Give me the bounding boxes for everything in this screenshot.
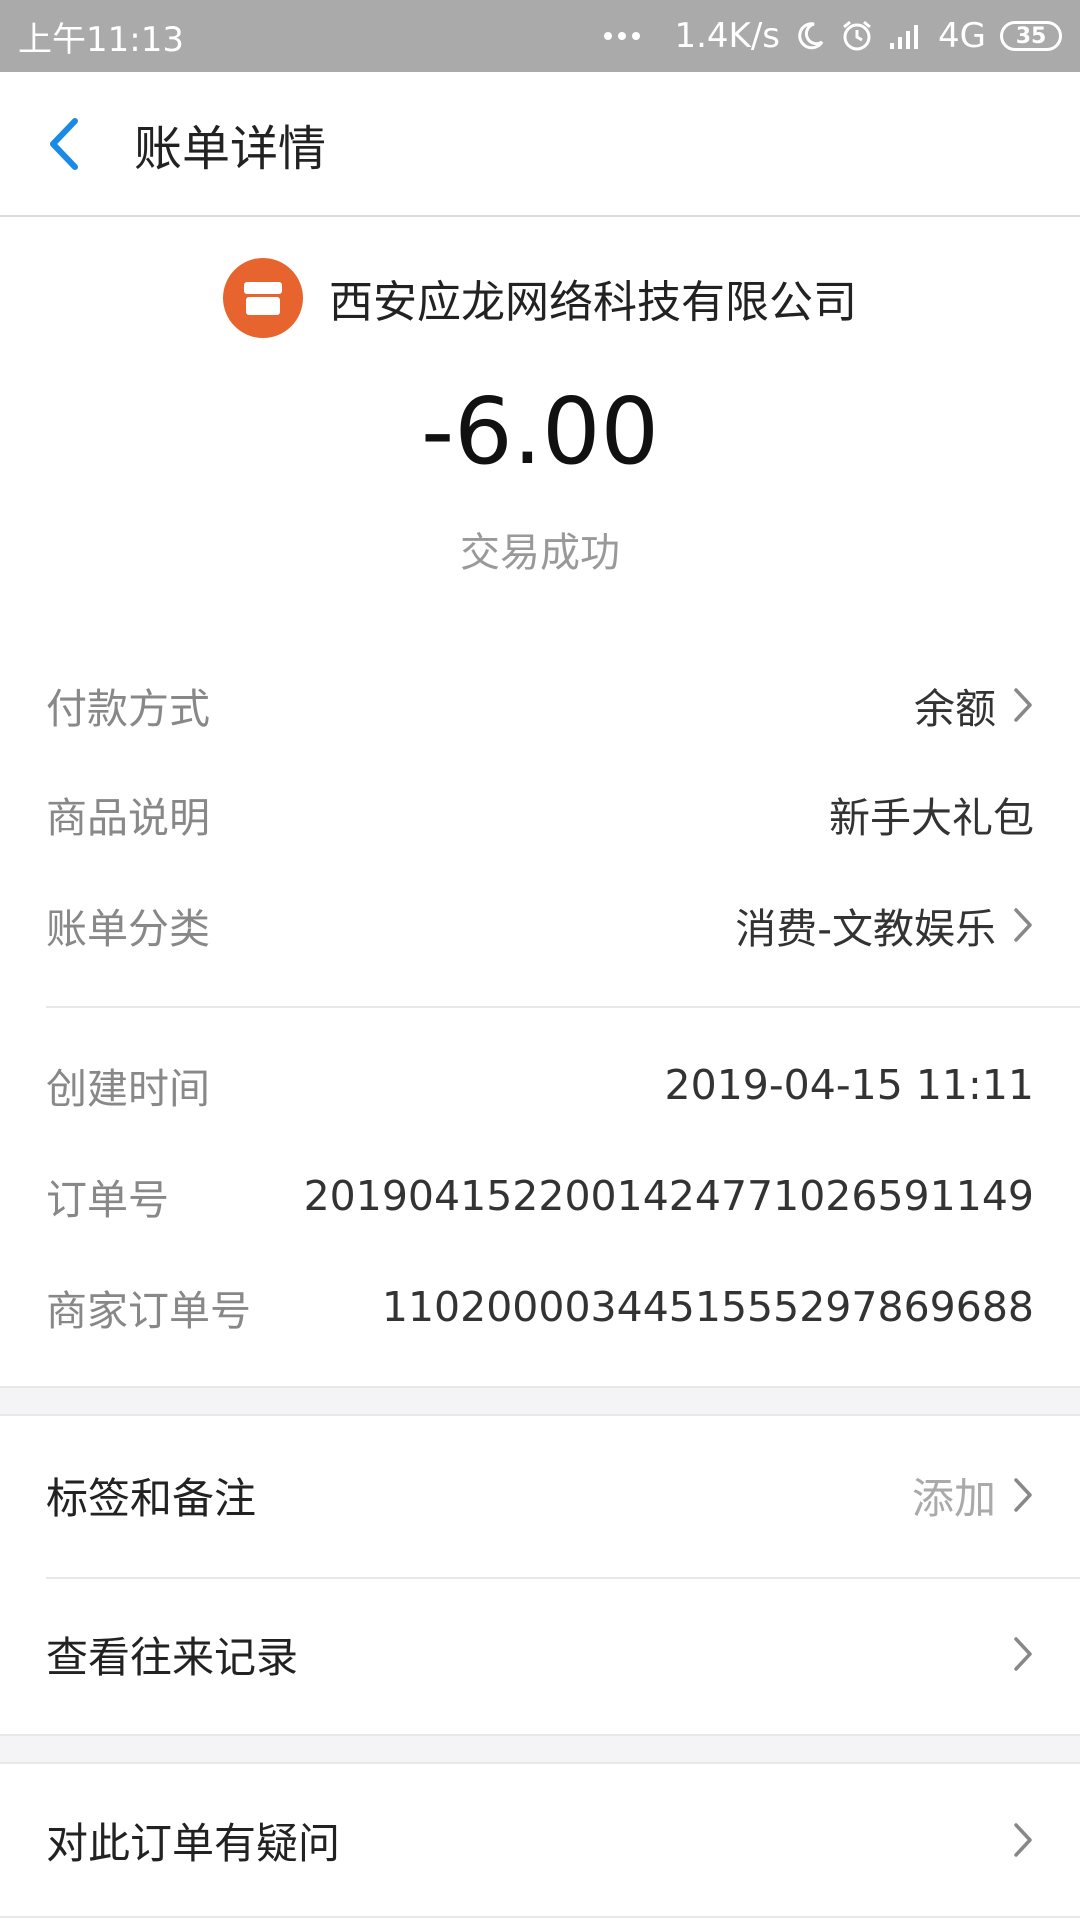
more-dots-icon (604, 32, 641, 40)
order-question-row[interactable]: 对此订单有疑问 (46, 1800, 1034, 1880)
status-bar: 上午11:13 1.4K/s 4G 35 (0, 0, 1080, 72)
network-type: 4G (938, 16, 986, 56)
payment-method-row[interactable]: 付款方式 余额 (46, 675, 1034, 735)
chevron-right-icon (1012, 1635, 1034, 1673)
network-speed: 1.4K/s (674, 16, 781, 56)
battery-level: 35 (1015, 23, 1047, 49)
page-title: 账单详情 (134, 120, 327, 177)
moon-icon (798, 22, 824, 50)
header: 账单详情 (0, 72, 1080, 217)
bill-category-label: 账单分类 (46, 905, 210, 953)
created-time-value: 2019-04-15 11:11 (664, 1061, 1034, 1109)
shop-icon (223, 258, 303, 338)
divider (46, 1577, 1080, 1579)
status-icons: 1.4K/s 4G 35 (604, 16, 1062, 56)
tags-notes-label: 标签和备注 (46, 1473, 257, 1523)
product-description-row: 商品说明 新手大礼包 (46, 784, 1034, 844)
created-time-row: 创建时间 2019-04-15 11:11 (46, 1055, 1034, 1115)
add-hint: 添加 (911, 1473, 996, 1523)
section-gap (0, 1734, 1080, 1764)
merchant-order-number-row: 商家订单号 1102000034451555297869688 (46, 1277, 1034, 1337)
chevron-right-icon (1012, 1821, 1034, 1859)
merchant-order-number-label: 商家订单号 (46, 1287, 251, 1335)
divider (46, 1006, 1080, 1008)
battery-icon: 35 (1000, 21, 1062, 51)
product-description-value: 新手大礼包 (829, 794, 1034, 842)
transaction-status: 交易成功 (460, 530, 620, 576)
bill-category-value: 消费-文教娱乐 (735, 905, 996, 953)
divider (0, 1916, 1080, 1918)
transaction-amount: -6.00 (420, 378, 660, 485)
view-history-row[interactable]: 查看往来记录 (46, 1614, 1034, 1694)
order-number-label: 订单号 (46, 1176, 169, 1224)
order-number-row: 订单号 2019041522001424771026591149 (46, 1166, 1034, 1226)
created-time-label: 创建时间 (46, 1065, 210, 1113)
chevron-right-icon (1012, 1476, 1034, 1514)
order-number-value: 2019041522001424771026591149 (303, 1172, 1034, 1220)
merchant-header: 西安应龙网络科技有限公司 (0, 258, 1080, 338)
back-arrow-icon (50, 117, 78, 170)
merchant-name: 西安应龙网络科技有限公司 (329, 277, 857, 328)
chevron-right-icon (1012, 906, 1034, 944)
bill-category-row[interactable]: 账单分类 消费-文教娱乐 (46, 895, 1034, 955)
payment-method-value: 余额 (914, 685, 996, 733)
status-time: 上午11:13 (18, 19, 184, 60)
alarm-icon (843, 20, 871, 51)
signal-icon (890, 25, 919, 49)
back-button[interactable] (0, 71, 130, 216)
payment-method-label: 付款方式 (46, 685, 210, 733)
merchant-order-number-value: 1102000034451555297869688 (381, 1283, 1034, 1331)
tags-notes-row[interactable]: 标签和备注 添加 (46, 1455, 1034, 1535)
section-gap (0, 1386, 1080, 1416)
view-history-label: 查看往来记录 (46, 1632, 299, 1682)
chevron-right-icon (1012, 686, 1034, 724)
order-question-label: 对此订单有疑问 (46, 1818, 341, 1868)
product-description-label: 商品说明 (46, 794, 210, 842)
